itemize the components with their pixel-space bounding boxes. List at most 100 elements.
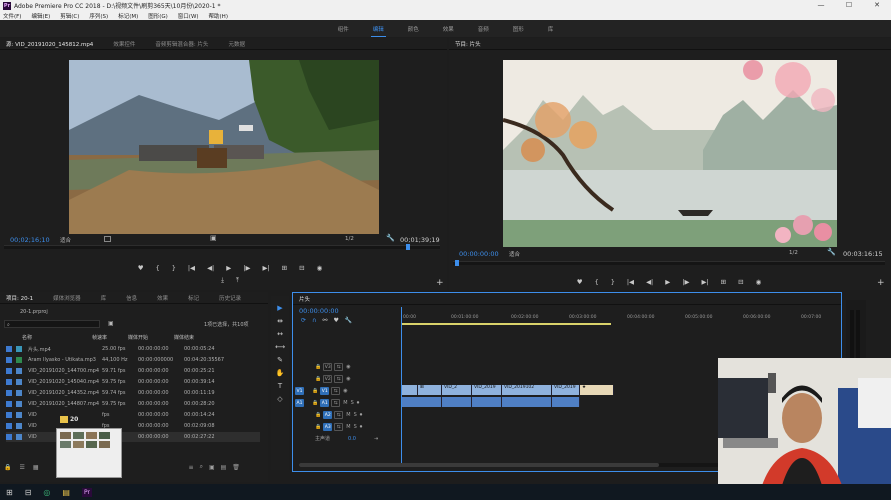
label-color-swatch[interactable] [6,412,12,418]
tab-effects[interactable]: 效果 [157,294,168,302]
audio-clip[interactable] [552,397,580,407]
marker-icon[interactable]: ♥ [333,317,338,324]
work-area-bar[interactable] [401,323,611,325]
source-settings-icon[interactable] [104,236,111,242]
list-item[interactable]: VID fps 00:00:00:00 00:02:09:08 [6,421,260,431]
hand-tool-icon[interactable]: ✋ [276,369,285,382]
nest-icon[interactable]: ⟳ [301,317,306,324]
lock-icon[interactable]: 🔒 [312,388,318,394]
lock-icon[interactable]: 🔒 [315,424,321,430]
master-volume[interactable]: 0.0 [348,436,356,442]
header-media-start[interactable]: 媒体开始 [128,334,174,343]
program-add-button[interactable]: + [877,278,885,288]
list-item[interactable]: VID_20191020_144807.mp4 59.75 fps 00:00:00… [6,399,260,409]
video-clip[interactable] [402,385,418,395]
tab-markers[interactable]: 标记 [188,294,199,302]
program-go-to-out-button[interactable]: ▶| [701,278,708,286]
workspace-color[interactable]: 颜色 [408,25,419,33]
export-frame-icon[interactable]: ▣ [210,234,217,242]
workspace-libraries[interactable]: 库 [548,25,554,33]
overwrite-button[interactable]: ⊟ [299,264,304,272]
list-item[interactable]: Aram Ilyasko - Utikata.mp3 44,100 Hz 00:00… [6,355,260,365]
lift-button[interactable]: ⊞ [721,278,726,286]
menu-edit[interactable]: 编辑(E) [31,12,50,20]
workspace-effects[interactable]: 效果 [443,25,454,33]
tab-source[interactable]: 源: VID_20191020_145812.mp4 [6,40,93,48]
new-bin-icon[interactable]: ▣ [108,320,114,327]
label-color-swatch[interactable] [6,357,12,363]
lock-icon[interactable]: 🔒 [312,400,318,406]
menu-sequence[interactable]: 序列(S) [89,12,108,20]
list-item[interactable]: VID_20191020_144352.mp4 59.74 fps 00:00:00… [6,388,260,398]
camera-icon[interactable]: ◉ [317,264,323,272]
lock-icon[interactable]: 🔒 [315,412,321,418]
extract-button[interactable]: ⊟ [738,278,743,286]
drag-audio-icon[interactable]: ⤒ [236,276,239,285]
label-color-swatch[interactable] [6,401,12,407]
list-item[interactable]: VID_20191020_145040.mp4 59.75 fps 00:00:00… [6,377,260,387]
video-clip[interactable]: ⊞ [418,385,442,395]
audio-clip[interactable] [402,397,442,407]
program-resolution-select[interactable]: 1/2 [789,250,798,256]
program-playhead[interactable] [455,260,459,266]
lock-icon[interactable]: 🔒 [315,364,321,370]
type-tool-icon[interactable]: T [278,382,282,395]
razor-tool-icon[interactable]: ⟷ [275,343,285,356]
menu-file[interactable]: 文件(F) [3,12,21,20]
play-button[interactable]: ▶ [226,264,231,272]
bin-icon[interactable]: ▣ [209,464,215,471]
mute-button[interactable]: M [343,400,347,406]
solo-button[interactable]: S [354,412,357,418]
mic-icon[interactable]: ⏺ [360,412,363,418]
slip-tool-icon[interactable]: ◇ [277,395,282,408]
program-add-marker-button[interactable]: ♥ [577,278,583,286]
source-timecode[interactable]: 00;02;16;10 [10,236,50,244]
track-a3-label[interactable]: A3 [323,422,333,431]
timeline-timecode[interactable]: 00:00:00:00 [299,307,339,315]
mute-button[interactable]: M [346,412,350,418]
workspace-assembly[interactable]: 组件 [338,25,349,33]
workspace-audio[interactable]: 音频 [478,25,489,33]
video-clip[interactable]: VID_2019 [472,385,502,395]
timeline-settings-icon[interactable]: 🔧 [345,317,352,324]
time-ruler[interactable]: 00:00 00:01:00:00 00:02:00:00 00:03:00:0… [401,313,841,325]
tab-audio-mixer[interactable]: 音频剪辑混合器: 片头 [155,40,208,48]
sync-lock-icon[interactable]: ⇆ [334,422,344,431]
selection-tool-icon[interactable]: ▶ [277,304,282,317]
track-select-tool-icon[interactable]: ⇹ [277,317,283,330]
sync-lock-icon[interactable]: ⇆ [331,386,341,395]
file-explorer-icon[interactable]: ▤ [62,488,70,497]
tab-info[interactable]: 信息 [126,294,137,302]
menu-window[interactable]: 窗口(W) [178,12,199,20]
tab-project[interactable]: 项目: 20-1 [6,294,33,302]
find-icon[interactable]: ⌕ [200,463,203,471]
label-color-swatch[interactable] [6,423,12,429]
solo-button[interactable]: S [354,424,357,430]
tab-history[interactable]: 历史记录 [219,294,241,302]
close-button[interactable]: ✕ [863,0,891,11]
tab-program[interactable]: 节目: 片头 [455,40,481,48]
audio-clip[interactable] [472,397,502,407]
header-name[interactable]: 名称 [6,334,92,343]
video-clip[interactable]: VID_2 [442,385,472,395]
project-search-input[interactable]: ⌕ [4,320,100,328]
list-view-icon[interactable]: ☰ [19,464,24,471]
sync-lock-icon[interactable]: ⇆ [331,398,341,407]
program-fit-select[interactable]: 适合 [509,250,520,258]
tab-media-browser[interactable]: 媒体浏览器 [53,294,81,302]
source-playhead[interactable] [406,244,410,250]
program-mark-in-button[interactable]: { [595,278,599,286]
add-marker-button[interactable]: ♥ [138,264,144,272]
list-item[interactable]: VID_20191020_144700.mp4 59.71 fps 00:00:00… [6,366,260,376]
go-to-in-button[interactable]: |◀ [188,264,195,272]
label-color-swatch[interactable] [6,379,12,385]
sync-lock-icon[interactable]: ⇆ [334,374,344,383]
lock-icon[interactable]: 🔒 [4,464,11,471]
list-item[interactable]: VIDfps00:00:00:0000:02:27:22 [6,432,260,442]
source-add-button[interactable]: + [436,278,444,288]
master-end-icon[interactable]: ⇥ [374,436,378,442]
program-play-button[interactable]: ▶ [665,278,670,286]
label-color-swatch[interactable] [6,368,12,374]
program-wrench-icon[interactable]: 🔧 [827,248,836,256]
list-item[interactable]: VID fps 00:00:00:00 00:00:14:24 [6,410,260,420]
